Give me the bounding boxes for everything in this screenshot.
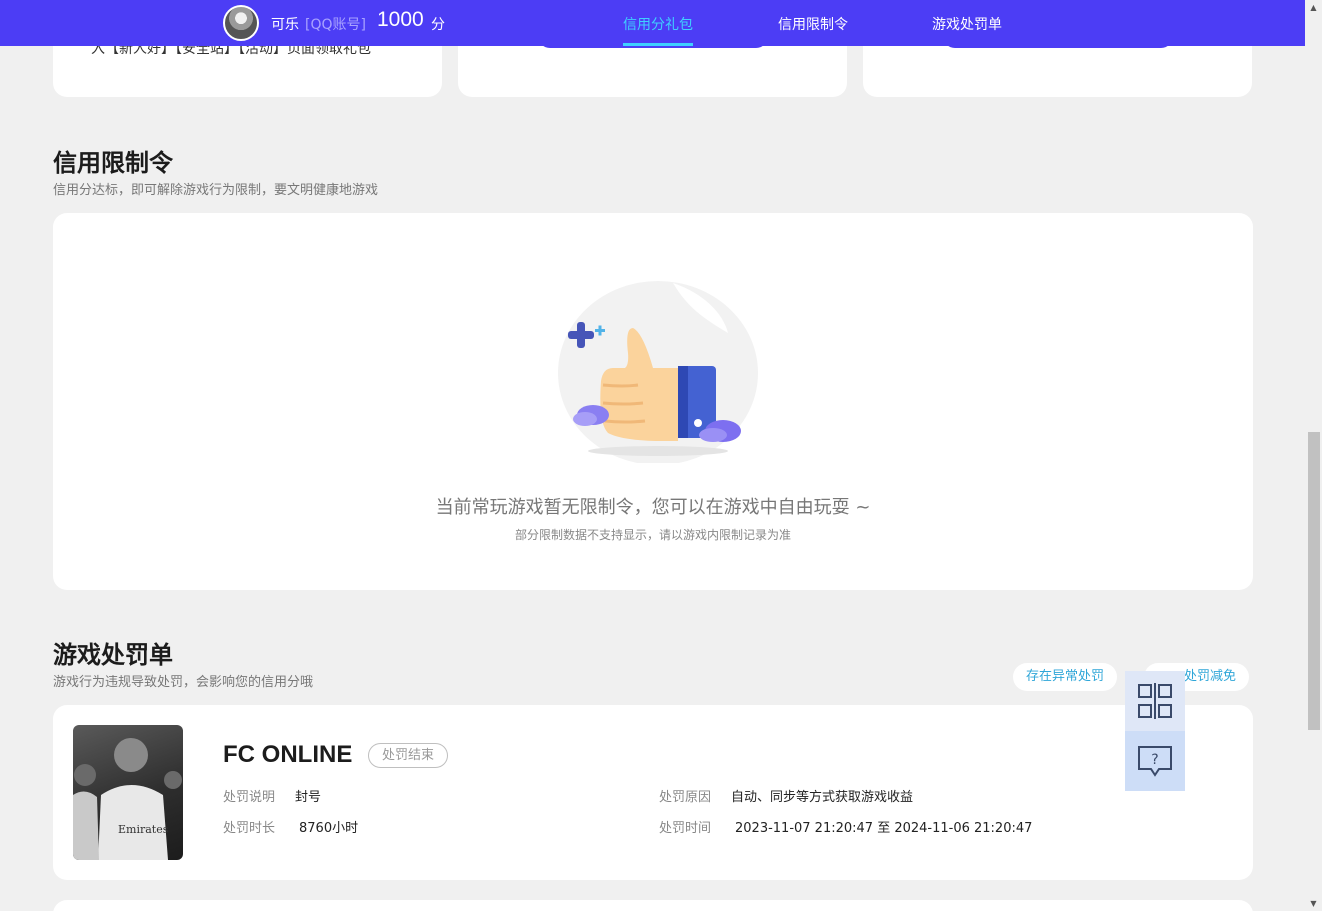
penalty-reason-value: 自动、同步等方式获取游戏收益 [731, 790, 914, 805]
help-question-icon: ? [1138, 746, 1172, 777]
player-photo-icon: Emirates [73, 738, 182, 860]
svg-text:Emirates: Emirates [118, 823, 169, 836]
status-badge: 处罚结束 [368, 743, 449, 768]
scroll-down-arrow-icon[interactable]: ▼ [1309, 899, 1318, 908]
next-penalty-card [53, 900, 1253, 911]
account-type: [QQ账号] [305, 17, 366, 33]
game-cover-image: Emirates [73, 725, 183, 860]
qr-code-button[interactable] [1125, 671, 1185, 731]
penalty-time-value: 2023-11-07 21:20:47 至 2024-11-06 21:20:4… [735, 821, 1033, 836]
avatar[interactable] [223, 5, 259, 41]
thumbs-up-illustration [558, 281, 758, 463]
penalty-desc-value: 封号 [295, 790, 322, 805]
tab-credit-gift[interactable]: 信用分礼包 [623, 14, 693, 34]
help-button[interactable]: ? [1125, 731, 1185, 791]
credit-score: 1000 [377, 8, 424, 31]
penalty-duration-label: 处罚时长 [223, 821, 276, 836]
penalty-duration-value: 8760小时 [299, 821, 359, 836]
tab-credit-restriction[interactable]: 信用限制令 [778, 14, 848, 34]
penalty-section-title: 游戏处罚单 [53, 641, 173, 669]
penalty-section-subtitle: 游戏行为违规导致处罚，会影响您的信用分哦 [53, 675, 314, 690]
svg-text:?: ? [1151, 752, 1158, 768]
top-nav-bar: 可乐 [QQ账号] 1000 分 信用分礼包 信用限制令 游戏处罚单 [0, 0, 1305, 46]
penalty-reason-label: 处罚原因 [659, 790, 712, 805]
scroll-up-arrow-icon[interactable]: ▲ [1309, 3, 1318, 12]
scrollbar-thumb[interactable] [1308, 432, 1320, 730]
restriction-section-title: 信用限制令 [53, 149, 173, 177]
penalty-card: Emirates FC ONLINE 处罚结束 处罚说明 封号 处罚时长 876… [53, 705, 1253, 880]
qr-code-icon [1138, 683, 1172, 719]
active-tab-indicator [623, 43, 693, 46]
abnormal-penalty-button[interactable]: 存在异常处罚 [1013, 663, 1118, 691]
tab-game-penalty[interactable]: 游戏处罚单 [932, 14, 1002, 34]
score-unit: 分 [431, 17, 445, 33]
empty-state-title: 当前常玩游戏暂无限制令，您可以在游戏中自由玩耍 ~ [435, 497, 871, 518]
game-name: FC ONLINE [223, 741, 353, 768]
restriction-panel: 当前常玩游戏暂无限制令，您可以在游戏中自由玩耍 ~ 部分限制数据不支持显示，请以… [53, 213, 1253, 590]
penalty-desc-label: 处罚说明 [223, 790, 276, 805]
user-name: 可乐 [271, 17, 299, 33]
page-scrollbar[interactable]: ▲ ▼ [1305, 0, 1322, 911]
empty-state-note: 部分限制数据不支持显示，请以游戏内限制记录为准 [514, 528, 791, 542]
penalty-time-label: 处罚时间 [659, 821, 712, 836]
restriction-section-subtitle: 信用分达标，即可解除游戏行为限制，要文明健康地游戏 [53, 183, 379, 198]
